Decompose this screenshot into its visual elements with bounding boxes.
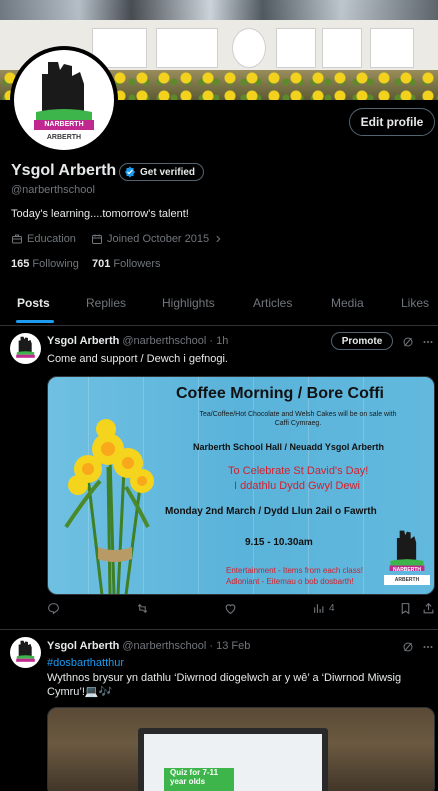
profile-category: Education: [11, 233, 76, 245]
post-text: Wythnos brysur yn dathlu ‘Diwrnod diogel…: [47, 672, 402, 684]
poster-reason-en: To Celebrate St David's Day!: [228, 465, 369, 477]
banner-cars: [0, 0, 438, 22]
tab-posts[interactable]: Posts: [17, 296, 50, 310]
verified-badge-icon: [125, 166, 135, 178]
joined-label: Joined October 2015: [107, 233, 210, 245]
castle-logo-icon: [16, 336, 35, 358]
following-count: 165: [11, 258, 30, 270]
post-author[interactable]: Ysgol Arberth: [47, 335, 119, 347]
views-button[interactable]: 4: [312, 602, 335, 615]
screen-text: Quiz for 7-11 year olds: [170, 768, 218, 786]
post-image[interactable]: Quiz for 7-11 year olds: [47, 707, 435, 791]
analytics-icon: [314, 604, 324, 613]
followers-count: 701: [92, 258, 111, 270]
post-handle[interactable]: @narberthschool: [122, 640, 206, 652]
post-handle[interactable]: @narberthschool: [122, 335, 206, 347]
banner-poster: [370, 28, 414, 68]
poster-date: Monday 2nd March / Dydd Llun 2ail o Fawr…: [165, 506, 377, 517]
profile-bio: Today's learning....tomorrow's talent!: [11, 208, 189, 220]
poster-reason-cy: I ddathlu Dydd Gwyl Dewi: [234, 480, 360, 492]
post-avatar[interactable]: [10, 333, 41, 364]
active-tab-indicator: [16, 320, 54, 323]
profile-handle: @narberthschool: [11, 184, 95, 196]
school-logo: NARBERTH ARBERTH: [384, 527, 430, 589]
screen-text-line: year olds: [170, 777, 206, 786]
followers-label: Followers: [113, 258, 161, 270]
post-image[interactable]: Coffee Morning / Bore Coffi Tea/Coffee/H…: [47, 376, 435, 595]
tab-articles[interactable]: Articles: [253, 296, 292, 310]
banner-poster: [322, 28, 362, 68]
post-time[interactable]: · 13 Feb: [209, 640, 250, 652]
reply-icon[interactable]: [47, 602, 60, 615]
post-actions: 4: [0, 602, 438, 620]
category-label: Education: [27, 233, 76, 245]
banner-poster: [232, 28, 266, 68]
following-link[interactable]: 165 Following: [11, 258, 79, 270]
post-hashtag[interactable]: #dosbarthatthur: [47, 656, 124, 671]
grok-icon[interactable]: [401, 335, 415, 349]
poster-entertainment-en: Entertainment - Items from each class!: [226, 566, 363, 575]
like-icon[interactable]: [224, 602, 237, 615]
edit-profile-button[interactable]: Edit profile: [349, 108, 435, 136]
calendar-icon: [92, 234, 102, 244]
tab-media[interactable]: Media: [331, 296, 364, 310]
profile-name: Ysgol Arberth: [11, 162, 117, 179]
repost-icon[interactable]: [136, 602, 149, 615]
poster-title: Coffee Morning / Bore Coffi: [176, 385, 384, 402]
post-header: Ysgol Arberth @narberthschool · 1h: [47, 335, 228, 347]
post-avatar[interactable]: [10, 637, 41, 668]
chevron-right-icon: [216, 235, 221, 243]
tab-highlights[interactable]: Highlights: [162, 296, 215, 310]
tab-replies[interactable]: Replies: [86, 296, 126, 310]
post-time[interactable]: · 1h: [209, 335, 228, 347]
tab-likes[interactable]: Likes: [401, 296, 429, 310]
avatar-text: ARBERTH: [46, 134, 82, 141]
banner-poster: [276, 28, 316, 68]
get-verified-button[interactable]: Get verified: [119, 163, 205, 181]
poster-venue: Narberth School Hall / Neuadd Ysgol Arbe…: [193, 442, 385, 452]
get-verified-label: Get verified: [140, 166, 196, 178]
more-options-icon[interactable]: [421, 335, 435, 349]
bookmark-icon[interactable]: [399, 602, 412, 615]
logo-text: NARBERTH: [392, 567, 422, 573]
grok-icon[interactable]: [401, 640, 415, 654]
profile-avatar[interactable]: NARBERTH ARBERTH: [10, 46, 118, 154]
logo-text: ARBERTH: [384, 575, 430, 585]
poster-time: 9.15 - 10.30am: [245, 537, 313, 548]
banner-poster: [156, 28, 218, 68]
castle-logo-icon: [16, 640, 35, 662]
briefcase-icon: [12, 234, 22, 244]
castle-logo-icon: [389, 530, 425, 571]
share-icon[interactable]: [422, 602, 435, 615]
daffodil-bouquet-icon: [64, 419, 154, 594]
followers-link[interactable]: 701 Followers: [92, 258, 161, 270]
poster-entertainment-cy: Adloniant - Eitemau o bob dosbarth!: [226, 577, 354, 586]
screen-text-line: Quiz for 7-11: [170, 768, 219, 777]
post-header: Ysgol Arberth @narberthschool · 13 Feb: [47, 640, 250, 652]
post-text: Cymru’!💻🎶: [47, 686, 113, 698]
avatar-text: NARBERTH: [44, 121, 84, 128]
views-count: 4: [329, 603, 335, 614]
promote-button[interactable]: Promote: [331, 332, 393, 350]
profile-joined[interactable]: Joined October 2015: [91, 233, 223, 245]
post-text: Come and support / Dewch i gefnogi.: [47, 353, 228, 365]
more-options-icon[interactable]: [421, 640, 435, 654]
profile-tabs: Posts Replies Highlights Articles Media …: [0, 280, 438, 326]
poster-subtitle: Tea/Coffee/Hot Chocolate and Welsh Cakes…: [199, 411, 397, 427]
post-author[interactable]: Ysgol Arberth: [47, 640, 119, 652]
following-label: Following: [32, 258, 79, 270]
